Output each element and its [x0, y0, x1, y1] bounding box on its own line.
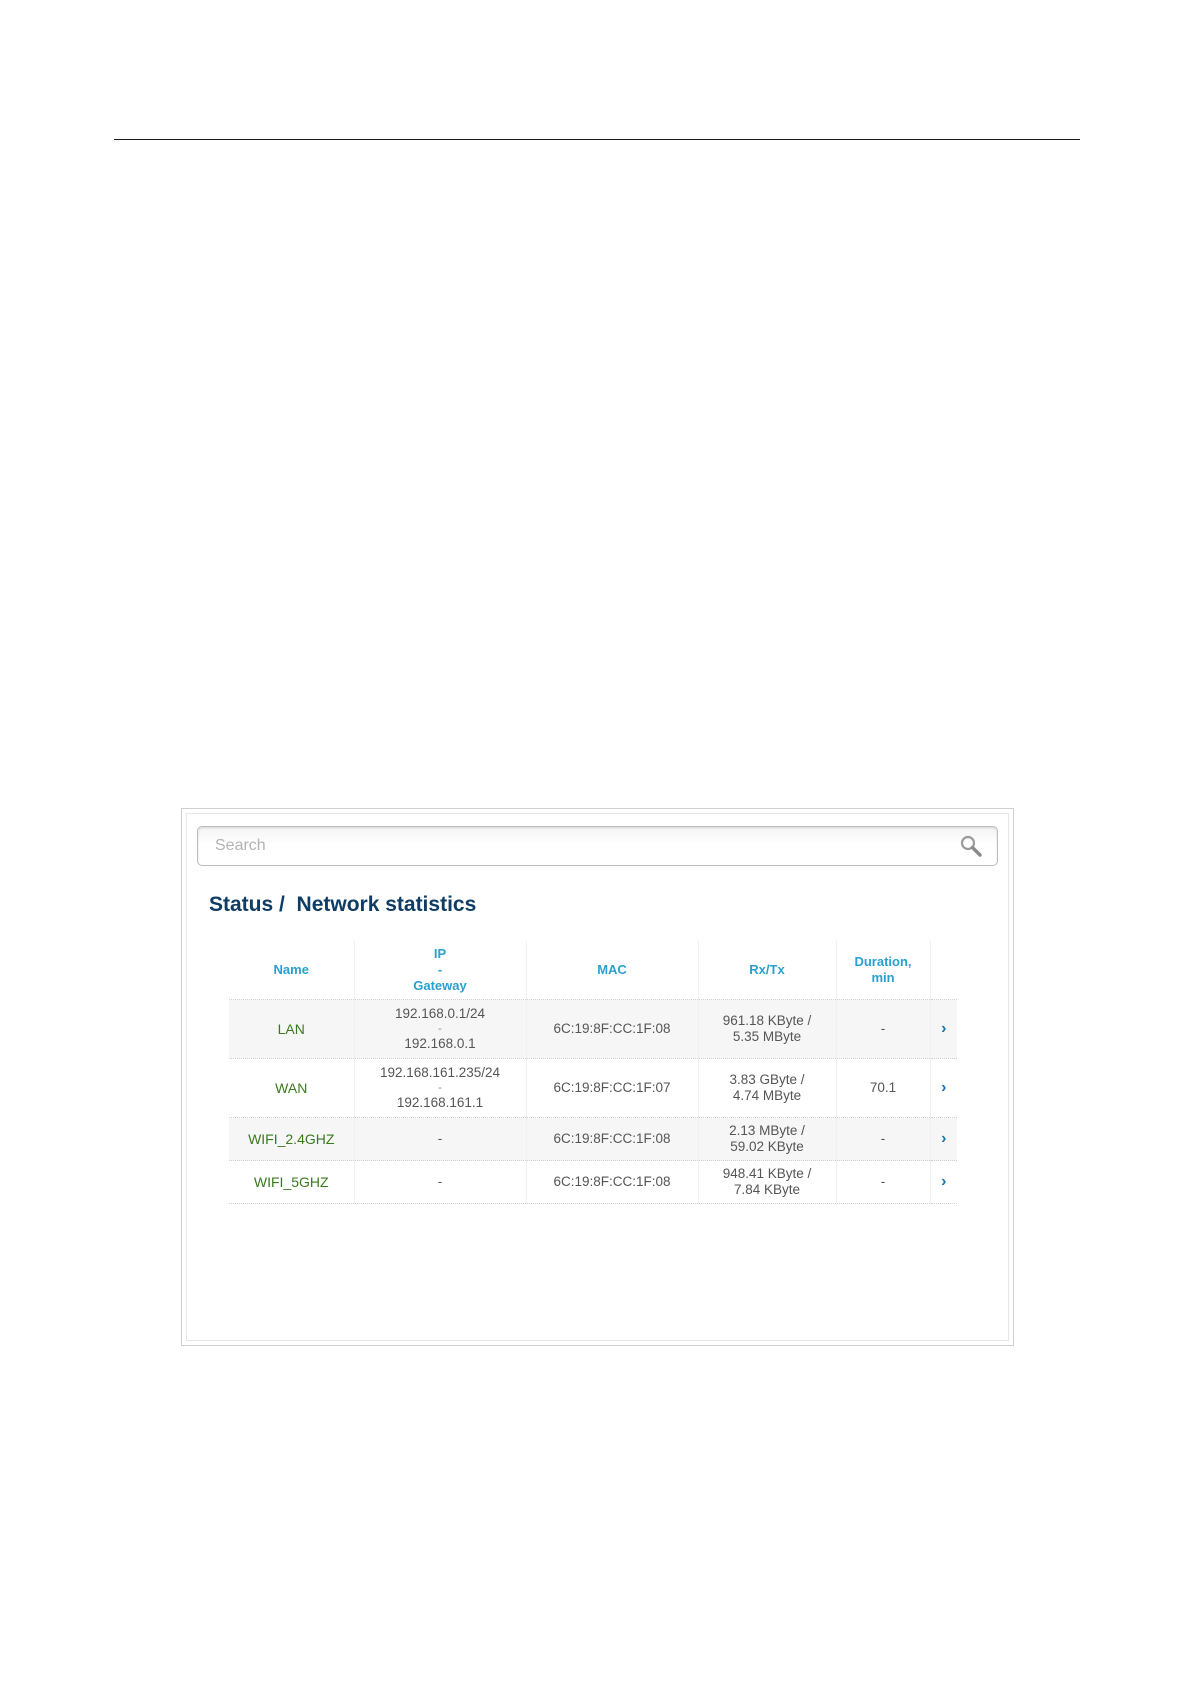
cell-rxtx: 2.13 MByte / 59.02 KByte [697, 1117, 836, 1161]
network-statistics-table: Name IP - Gateway MAC Rx/Tx Duration, mi… [229, 941, 957, 1204]
cell-duration: - [835, 1117, 930, 1161]
cell-rxtx: 3.83 GByte / 4.74 MByte [697, 1058, 836, 1118]
col-header-action [929, 941, 957, 1000]
table-row-wifi-2-4ghz[interactable]: WIFI_2.4GHZ - 6C:19:8F:CC:1F:08 2.13 MBy… [229, 1117, 957, 1161]
row-expand-button[interactable]: › [929, 1117, 957, 1161]
cell-mac: 6C:19:8F:CC:1F:08 [525, 1160, 698, 1204]
cell-mac: 6C:19:8F:CC:1F:08 [525, 1117, 698, 1161]
page-top-rule [114, 139, 1080, 140]
cell-duration: - [835, 1160, 930, 1204]
table-row-wan[interactable]: WAN 192.168.161.235/24 - 192.168.161.1 6… [229, 1058, 957, 1118]
col-header-mac[interactable]: MAC [525, 941, 698, 1000]
cell-duration: 70.1 [835, 1058, 930, 1118]
breadcrumb-section[interactable]: Status / [209, 893, 285, 916]
cell-rxtx: 961.18 KByte / 5.35 MByte [697, 999, 836, 1059]
col-header-rxtx[interactable]: Rx/Tx [697, 941, 836, 1000]
table-header-row: Name IP - Gateway MAC Rx/Tx Duration, mi… [229, 941, 957, 1000]
search-icon[interactable] [959, 834, 983, 858]
cell-ip-gateway: 192.168.161.235/24 - 192.168.161.1 [353, 1058, 526, 1118]
cell-ip-gateway: - [353, 1117, 526, 1161]
chevron-right-icon[interactable]: › [941, 1130, 946, 1147]
row-expand-button[interactable]: › [929, 999, 957, 1059]
screenshot-frame: Status / Network statistics Name IP - Ga… [181, 808, 1014, 1346]
cell-mac: 6C:19:8F:CC:1F:07 [525, 1058, 698, 1118]
table-row-lan[interactable]: LAN 192.168.0.1/24 - 192.168.0.1 6C:19:8… [229, 999, 957, 1059]
row-expand-button[interactable]: › [929, 1058, 957, 1118]
chevron-right-icon[interactable]: › [941, 1173, 946, 1190]
search-input[interactable] [198, 827, 938, 865]
search-box [197, 826, 998, 866]
cell-name: WIFI_5GHZ [229, 1160, 354, 1204]
col-header-name[interactable]: Name [229, 941, 354, 1000]
col-header-ip-gateway[interactable]: IP - Gateway [353, 941, 526, 1000]
table-row-wifi-5ghz[interactable]: WIFI_5GHZ - 6C:19:8F:CC:1F:08 948.41 KBy… [229, 1160, 957, 1204]
cell-ip-gateway: - [353, 1160, 526, 1204]
cell-name: WAN [229, 1058, 354, 1118]
chevron-right-icon[interactable]: › [941, 1079, 946, 1096]
row-expand-button[interactable]: › [929, 1160, 957, 1204]
col-header-duration[interactable]: Duration, min [835, 941, 930, 1000]
chevron-right-icon[interactable]: › [941, 1020, 946, 1037]
breadcrumb-current: Network statistics [296, 893, 477, 916]
cell-mac: 6C:19:8F:CC:1F:08 [525, 999, 698, 1059]
cell-duration: - [835, 999, 930, 1059]
cell-rxtx: 948.41 KByte / 7.84 KByte [697, 1160, 836, 1204]
cell-name: LAN [229, 999, 354, 1059]
cell-ip-gateway: 192.168.0.1/24 - 192.168.0.1 [353, 999, 526, 1059]
cell-name: WIFI_2.4GHZ [229, 1117, 354, 1161]
page-title: Status / Network statistics [209, 893, 476, 917]
